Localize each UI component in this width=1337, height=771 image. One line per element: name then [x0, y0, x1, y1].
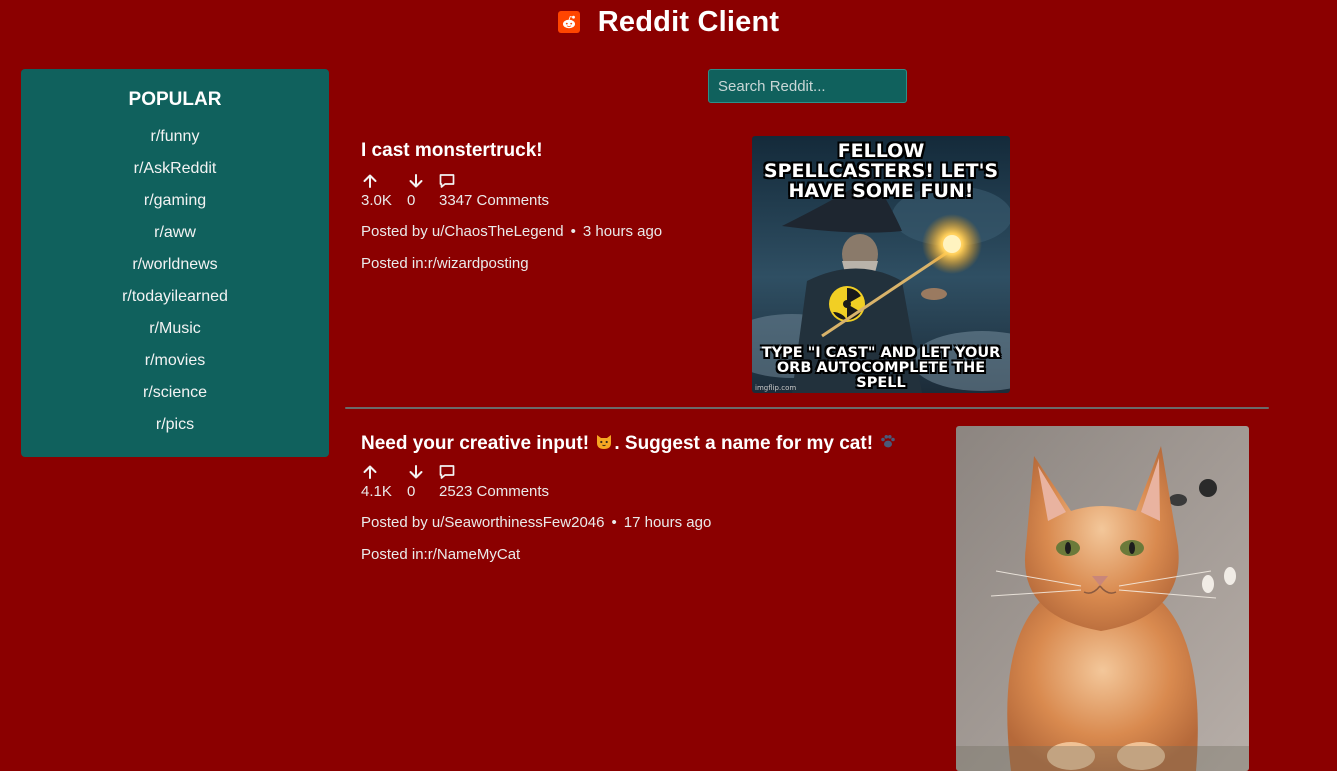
search-input[interactable]	[708, 69, 907, 103]
sidebar-item-science[interactable]: r/science	[21, 377, 329, 409]
popular-subreddits-panel: POPULAR r/funny r/AskReddit r/gaming r/a…	[21, 69, 329, 457]
reddit-alien-icon	[557, 11, 580, 33]
post-time: 3 hours ago	[582, 223, 663, 240]
post-time: 17 hours ago	[623, 514, 712, 531]
separator-dot: •	[570, 223, 576, 240]
upvote-icon[interactable]	[361, 172, 379, 190]
comment-icon[interactable]	[438, 463, 456, 481]
post-card: I cast monstertruck! 3.0K 0 3347 Comment…	[361, 140, 741, 280]
sidebar-item-pics[interactable]: r/pics	[21, 409, 329, 441]
downvote-icon[interactable]	[407, 172, 425, 190]
app-header: Reddit Client	[0, 0, 1337, 44]
sidebar-item-askreddit[interactable]: r/AskReddit	[21, 153, 329, 185]
upvote-count: 4.1K	[361, 483, 392, 500]
post-title-middle: . Suggest a name for my cat!	[614, 433, 879, 454]
post-divider	[345, 407, 1269, 409]
sidebar-title: POPULAR	[128, 89, 222, 110]
post-author[interactable]: Posted by u/SeaworthinessFew2046	[361, 514, 604, 531]
post-title[interactable]: I cast monstertruck!	[361, 140, 543, 162]
sidebar-item-gaming[interactable]: r/gaming	[21, 185, 329, 217]
post-card: Need your creative input! . Suggest a na…	[361, 431, 941, 571]
cat-face-emoji	[597, 435, 612, 449]
post-image[interactable]: FELLOW SPELLCASTERS! LET'S HAVE SOME FUN…	[752, 136, 1010, 393]
downvote-count: 0	[407, 192, 416, 209]
meme-credit: imgflip.com	[755, 384, 797, 392]
meme-top-text: FELLOW SPELLCASTERS! LET'S HAVE SOME FUN…	[763, 140, 999, 202]
downvote-icon[interactable]	[407, 463, 425, 481]
sidebar-item-todayilearned[interactable]: r/todayilearned	[21, 281, 329, 313]
paw-prints-emoji	[881, 435, 896, 448]
post-author[interactable]: Posted by u/ChaosTheLegend	[361, 223, 564, 240]
post-subreddit[interactable]: Posted in:r/wizardposting	[361, 255, 529, 272]
upvote-icon[interactable]	[361, 463, 379, 481]
sidebar-item-movies[interactable]: r/movies	[21, 345, 329, 377]
upvote-count: 3.0K	[361, 192, 392, 209]
separator-dot: •	[611, 514, 617, 531]
sidebar-item-music[interactable]: r/Music	[21, 313, 329, 345]
sidebar-item-worldnews[interactable]: r/worldnews	[21, 249, 329, 281]
post-subreddit[interactable]: Posted in:r/NameMyCat	[361, 546, 520, 563]
comment-count[interactable]: 2523 Comments	[439, 483, 549, 500]
comment-icon[interactable]	[438, 172, 456, 190]
cat-photo-image	[956, 426, 1249, 771]
sidebar-item-aww[interactable]: r/aww	[21, 217, 329, 249]
post-author-line: Posted by u/SeaworthinessFew2046 • 17 hour…	[361, 514, 711, 531]
sidebar-item-funny[interactable]: r/funny	[21, 121, 329, 153]
app-title: Reddit Client	[597, 5, 780, 38]
downvote-count: 0	[407, 483, 416, 500]
post-image[interactable]	[956, 426, 1249, 771]
post-title-text: Need your creative input!	[361, 433, 595, 454]
post-title[interactable]: Need your creative input! . Suggest a na…	[361, 431, 898, 455]
comment-count[interactable]: 3347 Comments	[439, 192, 549, 209]
subreddit-list: r/funny r/AskReddit r/gaming r/aww r/wor…	[21, 121, 329, 441]
post-author-line: Posted by u/ChaosTheLegend • 3 hours ago	[361, 223, 662, 240]
